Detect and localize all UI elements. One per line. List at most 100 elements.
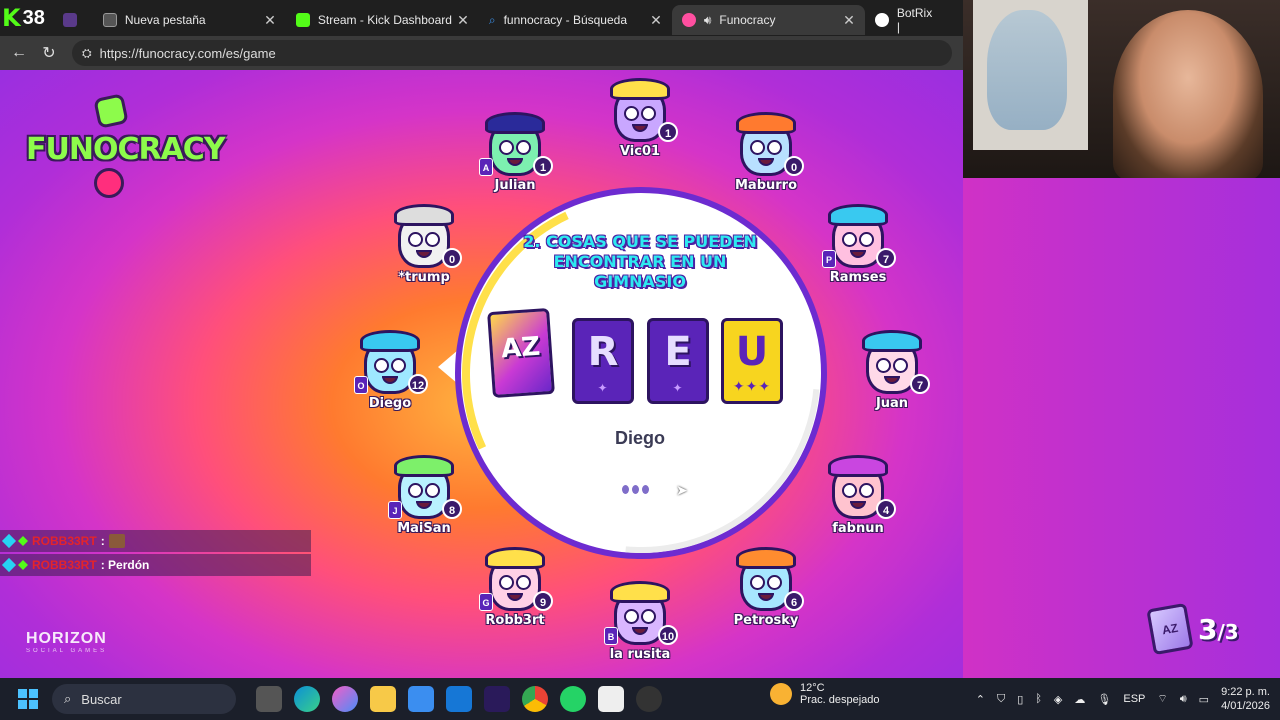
player-name: Juan xyxy=(875,396,909,411)
player-name: Robb3rt xyxy=(485,613,545,628)
streamer-image xyxy=(1113,10,1263,178)
speaker-icon[interactable]: 🔊︎ xyxy=(704,13,712,28)
capcut-icon[interactable] xyxy=(598,686,624,712)
tab-kick-dashboard[interactable]: Stream - Kick Dashboard ✕ xyxy=(286,5,479,35)
windows-taskbar: ⌕ Buscar 12°C Prac. despejado ⌃ ⛉ ▯ ᛒ ◈ … xyxy=(0,678,1280,720)
taskbar-search[interactable]: ⌕ Buscar xyxy=(52,684,236,714)
letter-card-e[interactable]: E ✦ xyxy=(647,318,709,404)
mouse-cursor-icon: ➤ xyxy=(676,482,688,498)
avatar-hair xyxy=(610,581,670,603)
avatar-eyes xyxy=(876,358,908,373)
obs-icon[interactable] xyxy=(636,686,662,712)
clock-time: 9:22 p. m. xyxy=(1221,686,1270,698)
windows-start-icon[interactable] xyxy=(18,689,38,709)
edge-icon[interactable] xyxy=(294,686,320,712)
star-icon: ✦ xyxy=(597,381,609,395)
kick-logo-icon: K xyxy=(2,4,21,32)
star-icon: ✦ xyxy=(672,381,684,395)
loading-dots xyxy=(622,481,652,499)
usb-icon[interactable]: ▯ xyxy=(1017,693,1023,706)
site-info-icon[interactable]: ⛭ xyxy=(82,46,92,61)
back-arrow-icon[interactable]: ← xyxy=(4,44,34,62)
chat-overlay: ROBB33RT : ROBB33RT : Perdón xyxy=(0,530,311,578)
player-avatar: 4 fabnun xyxy=(814,455,904,550)
letter-card-r[interactable]: R ✦ xyxy=(572,318,634,404)
bluetooth-icon[interactable]: ᛒ xyxy=(1035,693,1042,705)
close-icon[interactable]: ✕ xyxy=(843,12,855,29)
chat-username: ROBB33RT xyxy=(32,534,97,548)
shield-icon[interactable]: ⛉ xyxy=(997,693,1005,706)
player-score: 10 xyxy=(658,625,678,645)
close-icon[interactable]: ✕ xyxy=(457,12,469,29)
kick-viewer-badge: K 38 xyxy=(0,0,53,36)
whatsapp-icon[interactable] xyxy=(560,686,586,712)
tab-botrix[interactable]: BotRix | xyxy=(865,5,932,35)
game-canvas-right xyxy=(963,178,1280,678)
tab-label: Funocracy xyxy=(719,13,776,27)
alphabet-card: AZ xyxy=(487,307,555,399)
tab-label: Stream - Kick Dashboard xyxy=(317,13,452,27)
language-indicator[interactable]: ESP xyxy=(1123,693,1145,705)
copilot-icon[interactable] xyxy=(332,686,358,712)
player-name: Petrosky xyxy=(733,613,799,628)
avatar-eyes xyxy=(842,483,874,498)
avatar-eyes xyxy=(750,575,782,590)
player-score: 1 xyxy=(658,122,678,142)
weather-desc: Prac. despejado xyxy=(800,694,880,706)
reload-icon[interactable]: ↻ xyxy=(34,43,64,63)
close-icon[interactable]: ✕ xyxy=(264,12,276,29)
outlook-icon[interactable] xyxy=(446,686,472,712)
battery-icon[interactable]: ▭ xyxy=(1199,693,1209,706)
defender-icon[interactable]: ◈ xyxy=(1054,693,1062,706)
avatar-hair xyxy=(360,330,420,352)
premiere-icon[interactable] xyxy=(484,686,510,712)
letter-card-u[interactable]: U ✦✦✦ xyxy=(721,318,783,404)
weather-widget[interactable]: 12°C Prac. despejado xyxy=(770,682,880,706)
tab-0[interactable] xyxy=(53,5,93,35)
system-tray: ⌃ ⛉ ▯ ᛒ ◈ ☁ 🎙︎ ESP ⌔ 🔊︎ ▭ 9:22 p. m. 4/0… xyxy=(976,678,1270,720)
chevron-up-icon[interactable]: ⌃ xyxy=(976,693,985,706)
player-name: Julian xyxy=(494,178,536,193)
player-score: 6 xyxy=(784,591,804,611)
chat-message: ROBB33RT : xyxy=(0,530,311,552)
url-field[interactable]: ⛭ https://funocracy.com/es/game xyxy=(72,40,952,66)
avatar-eyes xyxy=(374,358,406,373)
page-icon xyxy=(102,13,117,27)
player-score: 9 xyxy=(533,591,553,611)
player-name: Diego xyxy=(368,396,412,411)
tab-favicon-icon xyxy=(62,13,77,27)
player-avatar: 7 Juan xyxy=(848,330,938,425)
chrome-icon[interactable] xyxy=(522,686,548,712)
current-player-name: Diego xyxy=(614,428,665,448)
chat-text: : Perdón xyxy=(100,558,150,572)
player-name: MaiSan xyxy=(397,521,451,536)
wifi-icon[interactable]: ⌔ xyxy=(1157,692,1167,706)
close-icon[interactable]: ✕ xyxy=(650,12,662,29)
tab-search[interactable]: ⌕ funnocracy - Búsqueda ✕ xyxy=(479,5,672,35)
tab-new-tab[interactable]: Nueva pestaña ✕ xyxy=(93,5,286,35)
cloud-icon[interactable]: ☁ xyxy=(1074,693,1085,706)
clock[interactable]: 9:22 p. m. 4/01/2026 xyxy=(1221,685,1270,713)
game-canvas: FUNOCRACY 2. COSAS QUE SE PUEDEN ENCONTR… xyxy=(0,70,963,678)
microphone-icon[interactable]: 🎙︎ xyxy=(1097,693,1111,706)
player-badge: J xyxy=(388,501,402,519)
file-explorer-icon[interactable] xyxy=(370,686,396,712)
star-icon: ✦✦✦ xyxy=(732,378,772,394)
player-avatar: 1 Vic01 xyxy=(596,78,686,173)
clock-date: 4/01/2026 xyxy=(1221,700,1270,712)
player-score: 7 xyxy=(910,374,930,394)
volume-icon[interactable]: 🔊︎ xyxy=(1180,693,1187,706)
search-icon: ⌕ xyxy=(488,12,496,27)
tab-label: funnocracy - Búsqueda xyxy=(503,13,628,27)
player-badge: G xyxy=(479,593,493,611)
avatar-eyes xyxy=(624,106,656,121)
webcam-overlay xyxy=(963,0,1280,178)
question-text: 2. COSAS QUE SE PUEDEN ENCONTRAR EN UN G… xyxy=(523,232,757,291)
store-icon[interactable] xyxy=(408,686,434,712)
avatar-eyes xyxy=(750,140,782,155)
horizon-logo: HORIZON SOCIAL GAMES xyxy=(26,630,107,654)
tab-funocracy[interactable]: 🔊︎ Funocracy ✕ xyxy=(671,5,865,35)
player-avatar: 6 Petrosky xyxy=(722,547,812,642)
task-view-icon[interactable] xyxy=(256,686,282,712)
card-letter: AZ xyxy=(500,331,542,365)
